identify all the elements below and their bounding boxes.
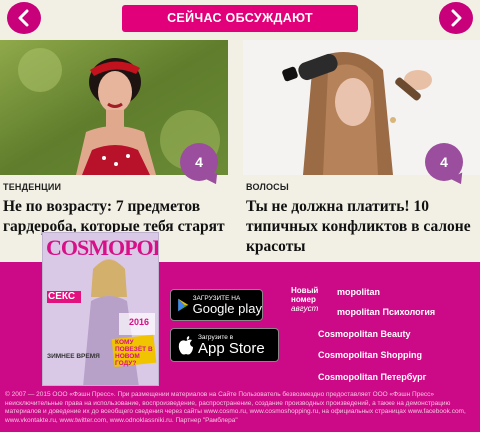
google-play-button[interactable]: ЗАГРУЗИТЕ НА Google play — [170, 289, 263, 321]
chevron-right-icon — [451, 9, 462, 27]
cover-line: 2016 — [129, 317, 150, 327]
link-psychology[interactable]: mopolitan Психология — [337, 307, 435, 317]
next-button[interactable] — [439, 2, 473, 34]
cover-line: СЕКС — [48, 291, 76, 302]
new-issue-label[interactable]: Новый номер август — [291, 286, 318, 313]
app-store-button[interactable]: Загрузите в App Store — [170, 328, 279, 362]
link-beauty[interactable]: Cosmopolitan Beauty — [318, 329, 411, 339]
link-cosmopolitan[interactable]: mopolitan — [337, 287, 380, 297]
article-category[interactable]: ВОЛОСЫ — [246, 182, 289, 192]
chevron-left-icon — [18, 9, 29, 27]
copyright-text: © 2007 — 2015 ООО «Фэшн Пресс». При разм… — [5, 391, 466, 424]
new-issue-line: номер — [291, 295, 316, 304]
cover-line: КОМУ ПОВЕЗЁТ В НОВОМ ГОДУ? — [115, 339, 153, 367]
article-card[interactable]: 4 ТЕНДЕНЦИИ Не по возрасту: 7 предметов … — [0, 40, 228, 235]
app-store-label: App Store — [198, 339, 265, 357]
article-title[interactable]: Не по возрасту: 7 предметов гардероба, к… — [3, 197, 233, 237]
magazine-cover[interactable]: COSMOPOLITAN СЕКС 2016 КОМУ ПОВЕЗЁТ В НО… — [42, 232, 159, 386]
prev-button[interactable] — [7, 2, 41, 34]
discussed-section: СЕЙЧАС ОБСУЖДАЮТ 4 ТЕНДЕНЦИИ Не по возра… — [0, 0, 480, 262]
cover-line: ЗИМНЕЕ ВРЕМЯ — [47, 353, 100, 360]
link-petersburg[interactable]: Cosmopolitan Петербург — [318, 372, 426, 382]
section-title: СЕЙЧАС ОБСУЖДАЮТ — [122, 5, 358, 32]
article-title[interactable]: Ты не должна платить! 10 типичных конфли… — [246, 197, 478, 257]
google-play-icon — [178, 298, 189, 312]
link-shopping[interactable]: Cosmopolitan Shopping — [318, 350, 422, 360]
google-play-label: Google play — [192, 300, 262, 316]
article-card[interactable]: 4 ВОЛОСЫ Ты не должна платить! 10 типичн… — [243, 40, 480, 255]
apple-icon — [178, 336, 193, 355]
article-category[interactable]: ТЕНДЕНЦИИ — [3, 182, 61, 192]
new-issue-month: август — [291, 304, 319, 313]
new-issue-line: Новый — [291, 286, 319, 295]
